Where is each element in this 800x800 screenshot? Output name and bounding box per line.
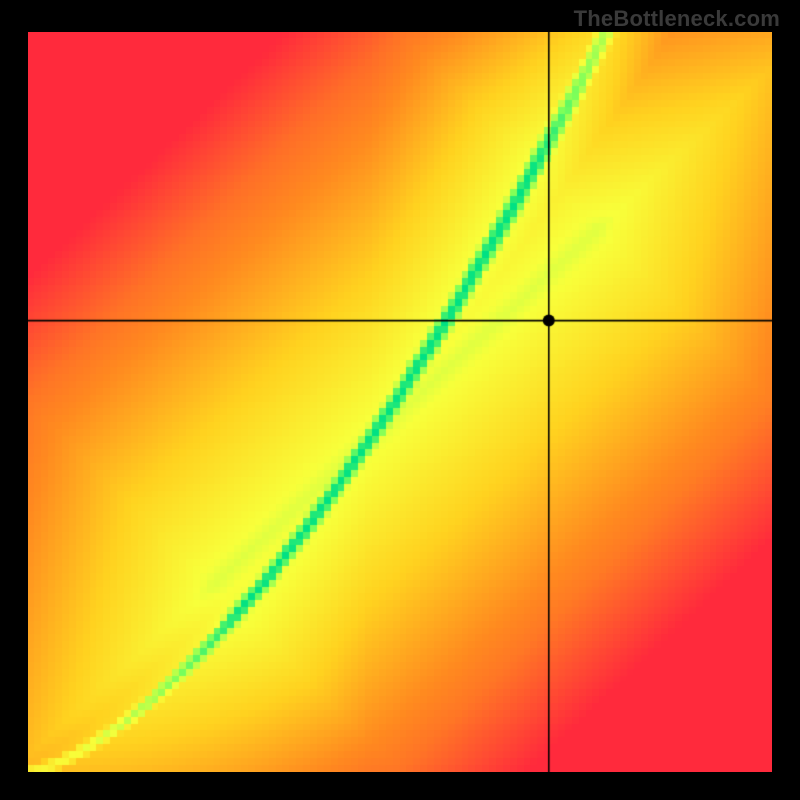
chart-frame: TheBottleneck.com: [0, 0, 800, 800]
bottleneck-heatmap: [28, 32, 772, 772]
watermark-text: TheBottleneck.com: [574, 6, 780, 32]
